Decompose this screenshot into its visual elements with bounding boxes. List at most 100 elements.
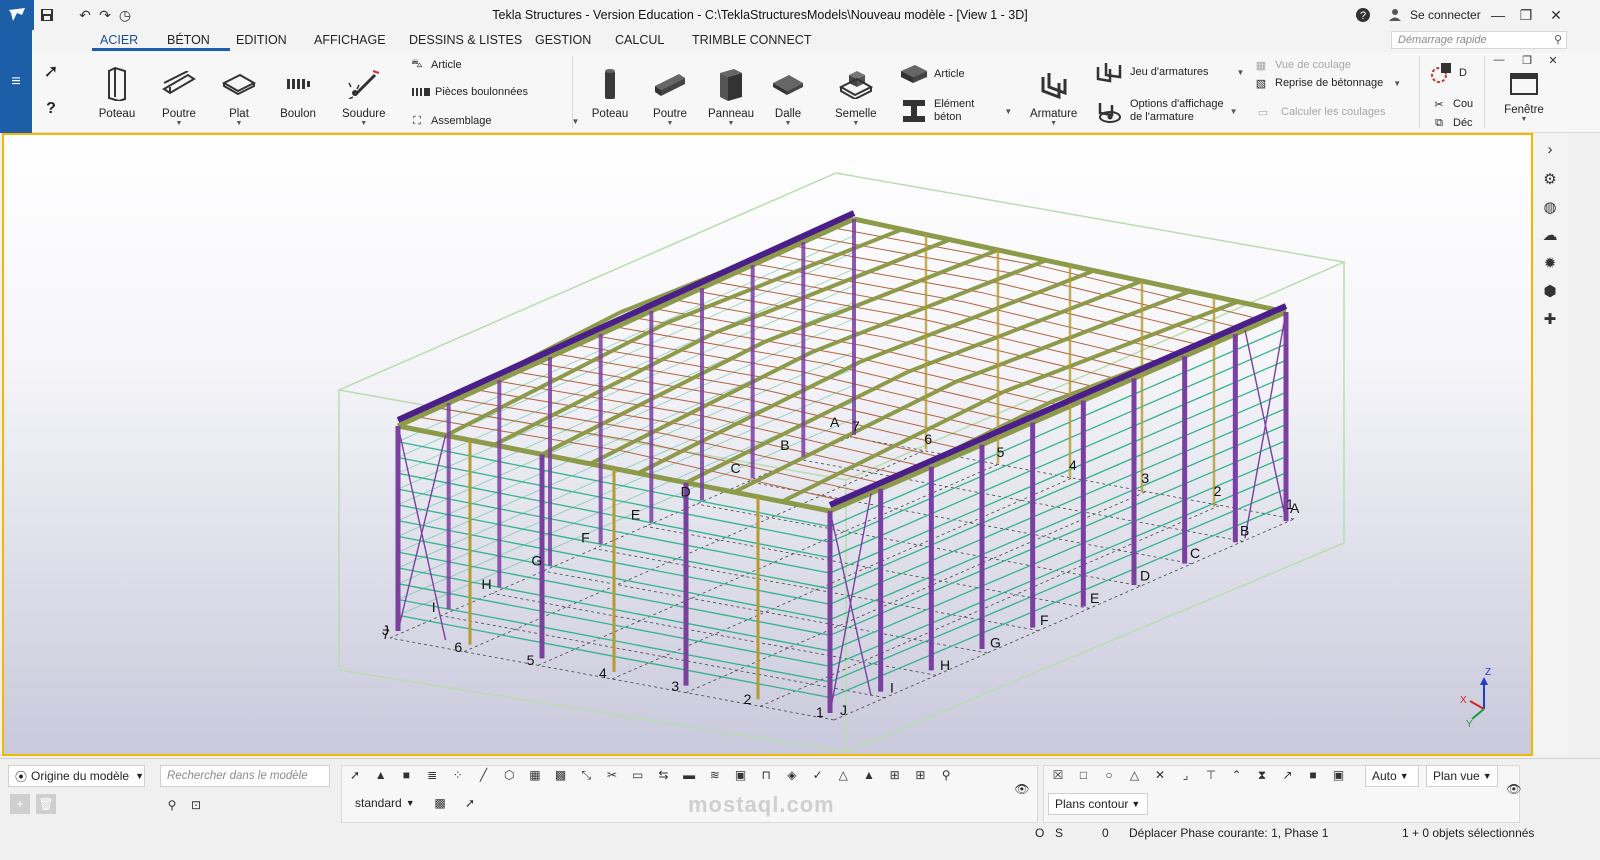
snap-switch-icon[interactable]: ⌃ [1227, 765, 1247, 785]
ribbon-close-icon[interactable]: ✕ [1543, 52, 1563, 68]
filter-pattern-icon[interactable]: ▩ [430, 793, 450, 813]
selection-switch-icon[interactable]: ⇆ [653, 765, 673, 785]
cube-icon[interactable]: ⬢ [1538, 279, 1562, 303]
concrete-semelle-button[interactable]: Semelle ▼ [835, 64, 877, 127]
menu-button[interactable]: ≡ [0, 30, 32, 133]
tab-calcul[interactable]: CALCUL [615, 33, 664, 47]
selection-switch-icon[interactable]: ▩ [551, 765, 571, 785]
options-affichage-armature-button[interactable]: Options d'affichage de l'armature ▼ [1095, 98, 1238, 124]
concrete-dalle-button[interactable]: Dalle ▼ [768, 64, 808, 127]
selection-switch-icon[interactable]: ■ [396, 765, 416, 785]
selection-switch-icon[interactable]: ▦ [525, 765, 545, 785]
concrete-poutre-button[interactable]: Poutre ▼ [650, 64, 690, 127]
selection-switch-icon[interactable]: ◈ [782, 765, 802, 785]
fenetre-button[interactable]: Fenêtre ▼ [1504, 68, 1544, 123]
dec-button[interactable]: ⧉ Déc [1430, 115, 1473, 131]
steel-boulon-button[interactable]: Boulon [278, 64, 318, 120]
close-icon[interactable]: ✕ [1539, 0, 1573, 30]
snap-switch-icon[interactable]: □ [1074, 765, 1094, 785]
selection-switch-icon[interactable]: ▲ [859, 765, 879, 785]
snap-switch-icon[interactable]: ↗ [1278, 765, 1298, 785]
selection-switch-icon[interactable]: ≋ [705, 765, 725, 785]
pick-icon[interactable]: ➚ [460, 793, 480, 813]
selection-switch-icon[interactable]: ╱ [474, 765, 494, 785]
quick-launch-input[interactable]: Démarrage rapide ⚲ [1391, 31, 1567, 49]
select-arrow-icon[interactable]: ➚ [36, 58, 66, 84]
selection-switch-icon[interactable]: ⚲ [936, 765, 956, 785]
tab-beton[interactable]: BÉTON [167, 33, 210, 47]
search-icon[interactable]: ⚲ [162, 795, 182, 815]
element-beton-button[interactable]: Elément béton ▼ [899, 98, 1012, 124]
ribbon-minimize-icon[interactable]: — [1489, 52, 1509, 68]
d-button[interactable]: D [1428, 60, 1467, 86]
tekla-logo-icon[interactable] [0, 0, 34, 30]
add-icon[interactable]: + [10, 794, 30, 814]
globe-icon[interactable]: ◍ [1538, 195, 1562, 219]
vue-coulage-button[interactable]: ▦ Vue de coulage [1252, 57, 1351, 73]
snap-switch-icon[interactable]: ✕ [1150, 765, 1170, 785]
model-view-3d[interactable]: ABCDEFGHIJ7654321ABCDEFGHIJ7654321 ZXY [2, 133, 1533, 756]
snap-switch-icon[interactable]: ⌟ [1176, 765, 1196, 785]
settings-icon[interactable]: ✹ [1538, 251, 1562, 275]
selection-switch-icon[interactable]: ⬡ [499, 765, 519, 785]
restore-icon[interactable]: ❐ [1509, 0, 1543, 30]
selection-filter-select[interactable]: standard ▼ [349, 793, 423, 813]
cou-button[interactable]: ✂ Cou [1430, 96, 1473, 112]
steel-plat-button[interactable]: Plat ▼ [219, 64, 259, 127]
selection-switch-icon[interactable]: ✂ [602, 765, 622, 785]
pieces-boulonnees-button[interactable]: Pièces boulonnées [412, 84, 528, 100]
snap-depth-select[interactable]: Auto ▼ [1365, 765, 1419, 787]
tab-trimble-connect[interactable]: TRIMBLE CONNECT [692, 33, 811, 47]
applications-icon[interactable]: ✚ [1538, 307, 1562, 331]
steel-poutre-button[interactable]: Poutre ▼ [159, 64, 199, 127]
snap-switch-icon[interactable]: ☒ [1048, 765, 1068, 785]
armature-button[interactable]: Armature ▼ [1030, 64, 1077, 127]
selection-switch-icon[interactable]: ✓ [808, 765, 828, 785]
inquire-icon[interactable]: ? [36, 96, 66, 122]
steel-article-button[interactable]: ⛍ Article [408, 57, 461, 73]
selection-switch-icon[interactable]: △ [833, 765, 853, 785]
selection-switch-icon[interactable]: ▭ [628, 765, 648, 785]
user-icon[interactable] [1386, 6, 1404, 24]
steel-poteau-button[interactable]: Poteau [97, 64, 137, 120]
zoom-selected-icon[interactable]: ⊡ [186, 795, 206, 815]
assemblage-button[interactable]: ⛶ Assemblage ▼ [408, 113, 579, 129]
history-icon[interactable]: ◷ [116, 6, 134, 24]
concrete-panneau-button[interactable]: Panneau ▼ [708, 64, 754, 127]
tab-edition[interactable]: EDITION [236, 33, 287, 47]
selection-switch-icon[interactable]: ▣ [731, 765, 751, 785]
tab-affichage[interactable]: AFFICHAGE [314, 33, 386, 47]
delete-icon[interactable]: 🗑 [36, 794, 56, 814]
selection-switch-icon[interactable]: ▬ [679, 765, 699, 785]
selection-switch-icon[interactable]: ⊞ [885, 765, 905, 785]
save-icon[interactable] [38, 6, 56, 24]
selection-switch-icon[interactable]: ⊓ [756, 765, 776, 785]
jeu-armatures-button[interactable]: Jeu d'armatures ▼ [1095, 60, 1244, 84]
help-icon[interactable]: ? [1354, 6, 1372, 24]
undo-icon[interactable]: ↶ [76, 6, 94, 24]
selection-switch-icon[interactable]: ➚ [345, 765, 365, 785]
tab-gestion[interactable]: GESTION [535, 33, 591, 47]
model-search-input[interactable]: Rechercher dans le modèle [160, 765, 330, 787]
ribbon-restore-icon[interactable]: ❐ [1517, 52, 1537, 68]
snap-switch-icon[interactable]: ⊤ [1201, 765, 1221, 785]
tab-dessins-listes[interactable]: DESSINS & LISTES [409, 33, 522, 47]
steel-soudure-button[interactable]: Soudure ▼ [342, 64, 385, 127]
snap-switch-icon[interactable]: △ [1125, 765, 1145, 785]
selection-switch-icon[interactable]: ≣ [422, 765, 442, 785]
cloud-icon[interactable]: ☁ [1538, 223, 1562, 247]
snap-switch-icon[interactable]: ○ [1099, 765, 1119, 785]
selection-switch-icon[interactable]: ▲ [371, 765, 391, 785]
expand-panel-icon[interactable]: › [1538, 137, 1562, 161]
redo-icon[interactable]: ↷ [96, 6, 114, 24]
visibility-icon[interactable]: 👁 [1012, 779, 1032, 799]
reprise-betonnage-button[interactable]: ▧ Reprise de bétonnage ▼ [1252, 75, 1401, 91]
concrete-article-button[interactable]: Article [899, 62, 965, 86]
selection-switch-icon[interactable]: ⁘ [448, 765, 468, 785]
concrete-poteau-button[interactable]: Poteau [590, 64, 630, 120]
work-plane-select[interactable]: ⦿ Origine du modèle ▼ [8, 765, 145, 787]
snap-switch-icon[interactable]: ⧗ [1252, 765, 1272, 785]
snap-switch-icon[interactable]: ■ [1303, 765, 1323, 785]
calculer-coulages-button[interactable]: ▭ Calculer les coulages [1250, 102, 1386, 122]
properties-icon[interactable]: ⚙ [1538, 167, 1562, 191]
